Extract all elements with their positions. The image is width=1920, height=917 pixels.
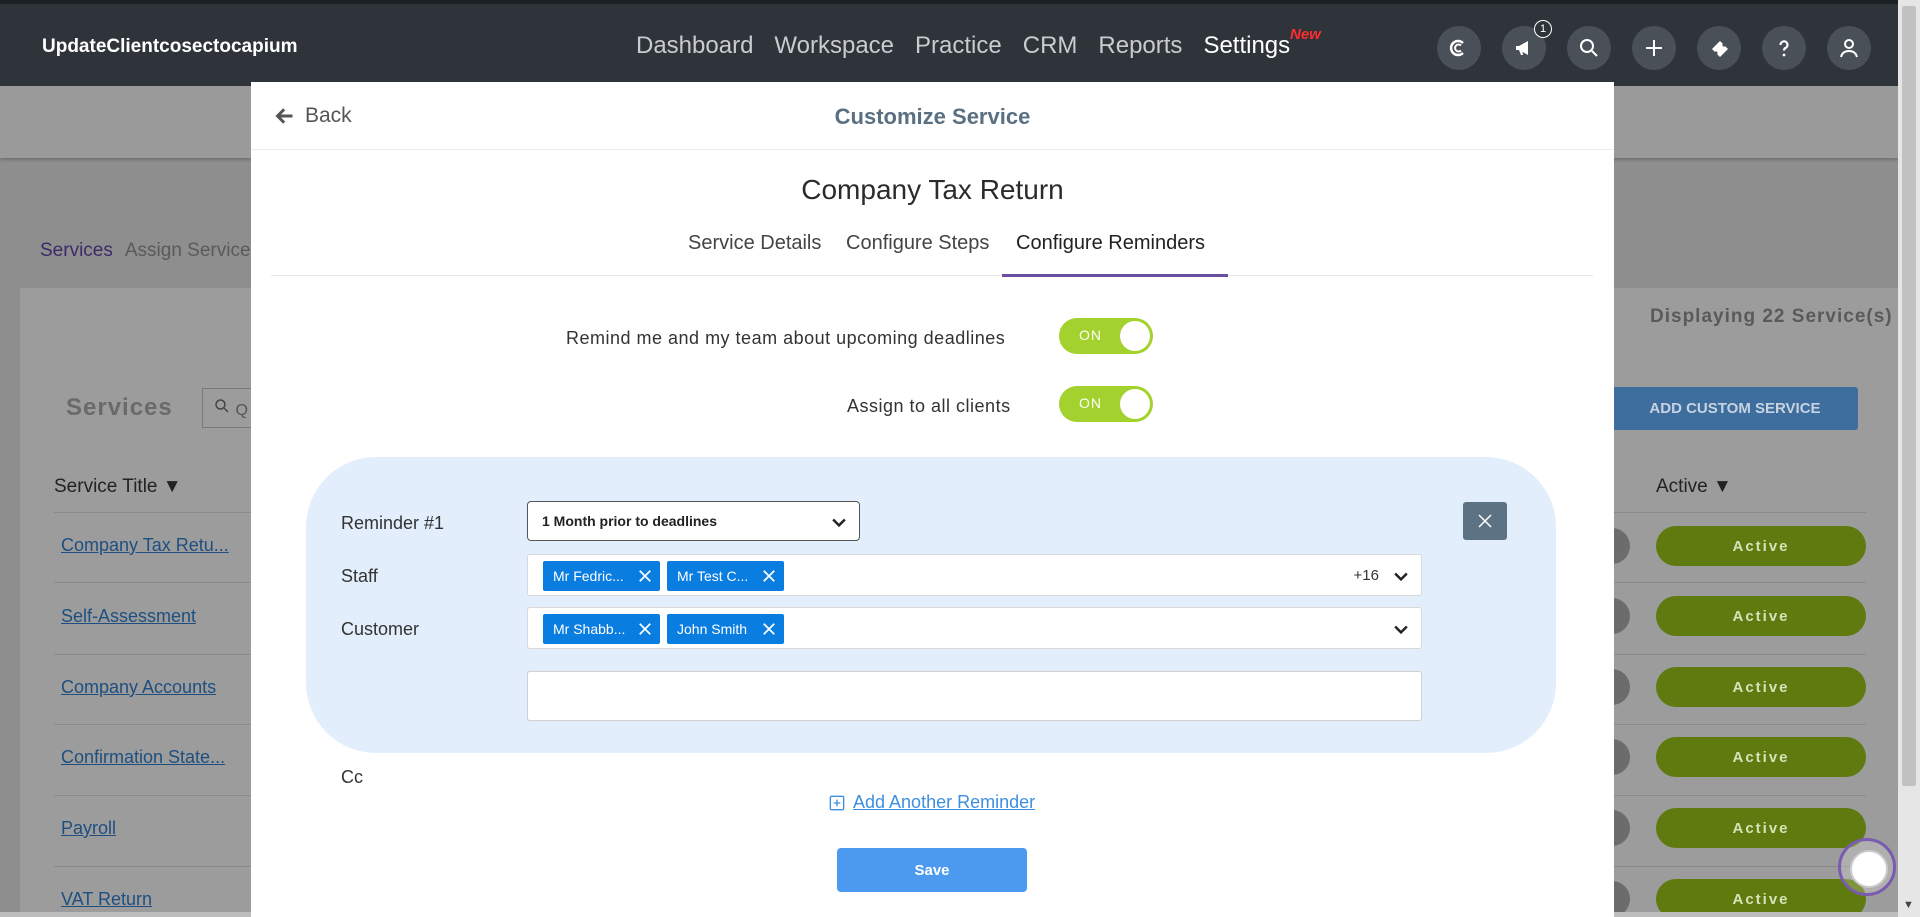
service-link[interactable]: Company Accounts [61, 677, 216, 698]
nav-dashboard[interactable]: Dashboard [636, 32, 753, 60]
top-nav-bar: UpdateClientcosectocapium Dashboard Work… [0, 0, 1898, 86]
customer-multiselect[interactable]: Mr Shabb... John Smith [527, 607, 1422, 649]
assign-all-row: Assign to all clients [847, 396, 1011, 417]
staff-label: Staff [341, 566, 378, 586]
reminder-timing-value: 1 Month prior to deadlines [542, 513, 718, 529]
service-link[interactable]: Confirmation State... [61, 747, 225, 768]
chevron-down-icon[interactable] [1391, 566, 1411, 586]
ticket-icon[interactable] [1697, 26, 1741, 70]
nav-reports[interactable]: Reports [1098, 32, 1182, 60]
status-badge[interactable]: Active [1656, 526, 1866, 566]
tab-configure-reminders[interactable]: Configure Reminders [1016, 232, 1205, 267]
assign-all-toggle[interactable]: ON [1059, 386, 1153, 422]
status-badge[interactable]: Active [1656, 667, 1866, 707]
new-tag: New [1290, 26, 1321, 43]
status-badge[interactable]: Active [1656, 737, 1866, 777]
nav-crm[interactable]: CRM [1023, 32, 1078, 60]
close-icon [1478, 514, 1492, 528]
brand-name[interactable]: UpdateClientcosectocapium [42, 36, 298, 58]
customer-label: Customer [341, 619, 420, 639]
chip-label: Mr Shabb... [553, 621, 626, 637]
chip-label: John Smith [677, 621, 748, 637]
services-tabs: Services Assign Services [40, 240, 260, 262]
column-service-title[interactable]: Service Title ▼ [54, 476, 182, 498]
remove-chip-icon[interactable] [638, 569, 652, 583]
user-icon[interactable] [1827, 26, 1871, 70]
tab-configure-steps[interactable]: Configure Steps [846, 232, 989, 267]
vertical-scrollbar[interactable]: ▼ [1898, 0, 1920, 917]
service-link[interactable]: VAT Return [61, 889, 152, 910]
modal-header: Back Customize Service [251, 82, 1614, 150]
chip-label: Mr Test C... [677, 568, 749, 584]
reminder-label: Reminder #1 [341, 513, 445, 533]
plus-square-icon [829, 795, 845, 810]
service-name: Company Tax Return [801, 174, 1064, 205]
remind-team-toggle[interactable]: ON [1059, 318, 1153, 354]
capium-logo-icon[interactable] [1437, 26, 1481, 70]
remind-team-label: Remind me and my team about upcoming dea… [566, 328, 1006, 348]
nav-workspace[interactable]: Workspace [774, 32, 894, 60]
help-icon[interactable] [1762, 26, 1806, 70]
save-button[interactable]: Save [837, 848, 1027, 892]
search-placeholder: Q [235, 402, 248, 419]
chevron-down-icon [832, 518, 846, 528]
tab-assign-services[interactable]: Assign Services [125, 240, 260, 262]
add-another-reminder-link[interactable]: Add Another Reminder [829, 792, 1035, 813]
plus-icon[interactable] [1632, 26, 1676, 70]
toggle-knob [1120, 321, 1150, 351]
status-badge[interactable]: Active [1656, 596, 1866, 636]
active-tab-indicator [1002, 274, 1228, 277]
staff-multiselect[interactable]: Mr Fedric... Mr Test C... +16 [527, 554, 1422, 596]
cc-input[interactable] [527, 671, 1422, 721]
service-link[interactable]: Company Tax Retu... [61, 535, 229, 556]
staff-chip: Mr Fedric... [543, 561, 660, 591]
chevron-down-icon[interactable] [1391, 619, 1411, 639]
modal-tabs: Service Details Configure Steps Configur… [271, 232, 1593, 277]
customer-chip: Mr Shabb... [543, 614, 660, 644]
remove-reminder-button[interactable] [1463, 502, 1507, 540]
column-active[interactable]: Active ▼ [1656, 476, 1732, 498]
main-nav: Dashboard Workspace Practice CRM Reports… [636, 32, 1290, 60]
status-badge[interactable]: Active [1656, 808, 1866, 848]
scroll-down-arrow-icon[interactable]: ▼ [1903, 899, 1914, 911]
chat-widget-icon[interactable] [1838, 838, 1896, 896]
toggle-state: ON [1079, 395, 1102, 411]
remove-chip-icon[interactable] [638, 622, 652, 636]
remove-chip-icon[interactable] [762, 622, 776, 636]
staff-more-count[interactable]: +16 [1354, 567, 1379, 584]
search-icon[interactable] [1567, 26, 1611, 70]
add-custom-service-button[interactable]: ADD CUSTOM SERVICE [1612, 387, 1858, 430]
service-link[interactable]: Payroll [61, 818, 116, 839]
megaphone-icon[interactable]: 1 [1502, 20, 1552, 70]
scrollbar-thumb[interactable] [1902, 6, 1916, 786]
notification-count: 1 [1534, 20, 1552, 38]
add-another-reminder-label: Add Another Reminder [853, 792, 1036, 812]
customer-chip: John Smith [667, 614, 784, 644]
modal-title: Customize Service [834, 104, 1031, 129]
toggle-knob [1120, 389, 1150, 419]
nav-settings[interactable]: Settings [1203, 32, 1290, 60]
remove-chip-icon[interactable] [762, 569, 776, 583]
remind-team-row: Remind me and my team about upcoming dea… [566, 328, 1005, 349]
nav-icons: 1 [1437, 20, 1871, 70]
tab-service-details[interactable]: Service Details [688, 232, 821, 267]
displaying-count: Displaying 22 Service(s) [1650, 306, 1893, 327]
tab-services[interactable]: Services [40, 240, 113, 262]
toggle-state: ON [1079, 327, 1102, 343]
reminder-timing-select[interactable]: 1 Month prior to deadlines [527, 501, 860, 541]
nav-practice[interactable]: Practice [915, 32, 1002, 60]
services-heading: Services [66, 394, 173, 421]
service-link[interactable]: Self-Assessment [61, 606, 196, 627]
customize-service-modal: Back Customize Service Company Tax Retur… [251, 82, 1614, 917]
cc-label: Cc [341, 767, 363, 787]
search-icon [215, 399, 229, 413]
assign-all-label: Assign to all clients [847, 396, 1011, 416]
staff-chip: Mr Test C... [667, 561, 784, 591]
chip-label: Mr Fedric... [553, 568, 624, 584]
